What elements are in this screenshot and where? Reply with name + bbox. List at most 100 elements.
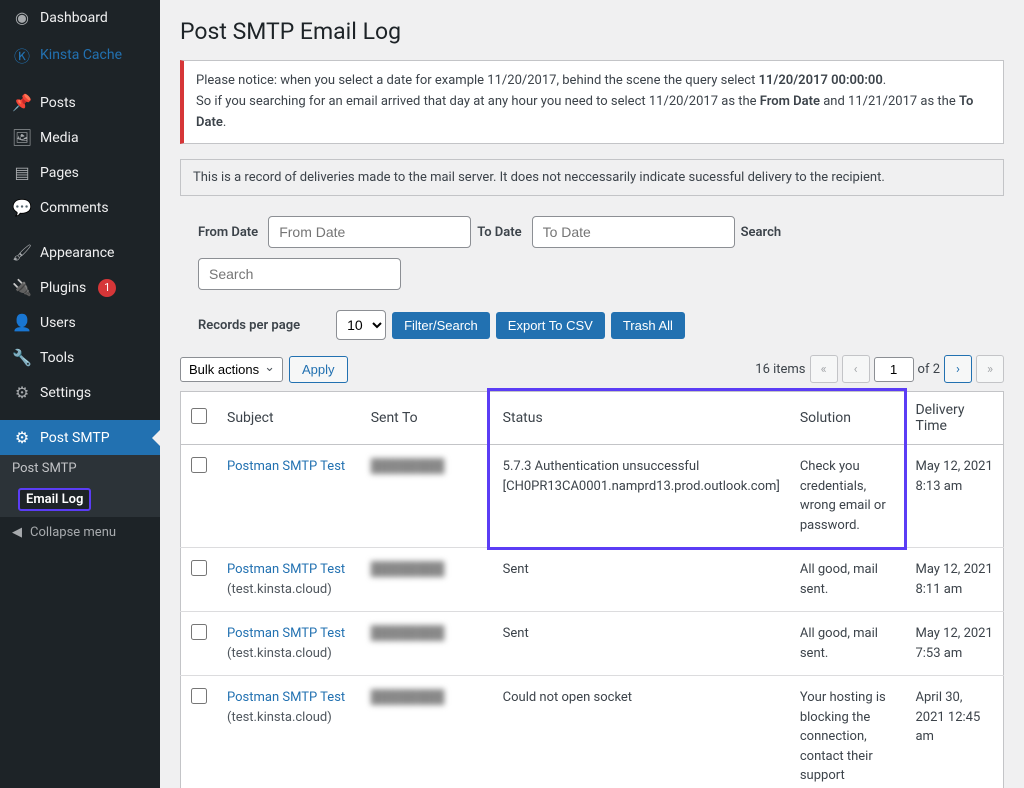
page-icon: ▤	[12, 163, 32, 182]
sidebar-item-media[interactable]: 🖼 Media	[0, 120, 160, 155]
submenu-item-email-log[interactable]: Email Log	[0, 482, 160, 517]
sidebar-item-users[interactable]: 👤Users	[0, 305, 160, 340]
tablenav-top: Bulk actions Apply 16 items « ‹ of 2 › »	[180, 355, 1004, 383]
items-count: 16 items	[755, 362, 805, 377]
table-row: Postman SMTP Test (test.kinsta.cloud) ████…	[181, 612, 1004, 676]
admin-sidebar: ◉Dashboard Ⓚ Kinsta Cache 📌 Posts 🖼 Media ▤…	[0, 0, 160, 788]
collapse-menu[interactable]: ◀ Collapse menu	[0, 517, 160, 548]
sidebar-item-plugins[interactable]: 🔌Plugins1	[0, 270, 160, 305]
sent-to-value: ████████	[371, 626, 445, 641]
to-date-input[interactable]	[532, 216, 735, 248]
table-row: Postman SMTP Test(test.kinsta.cloud)████…	[181, 548, 1004, 612]
subject-sub: (test.kinsta.cloud)	[227, 646, 332, 661]
comment-icon: 💬	[12, 198, 32, 217]
col-header-status[interactable]: Status	[493, 392, 790, 445]
time-value: April 30, 2021 12:45 am	[905, 676, 1003, 788]
select-all-checkbox[interactable]	[191, 408, 207, 424]
records-per-page-select[interactable]: 10	[336, 310, 386, 340]
time-value: May 12, 2021 8:11 am	[905, 548, 1003, 612]
solution-value: All good, mail sent.	[790, 612, 906, 676]
notice-box: Please notice: when you select a date fo…	[180, 60, 1004, 144]
row-checkbox[interactable]	[191, 457, 207, 473]
pagination: 16 items « ‹ of 2 › »	[755, 355, 1004, 383]
table-row: Postman SMTP Test(test.kinsta.cloud)████…	[181, 676, 1004, 788]
collapse-label: Collapse menu	[30, 525, 116, 540]
sidebar-item-label: Pages	[40, 165, 79, 181]
sidebar-item-label: Tools	[40, 350, 74, 366]
submenu: Post SMTP Email Log	[0, 455, 160, 517]
email-log-table: Subject Sent To Status Solution Delivery…	[180, 391, 1004, 788]
sidebar-item-appearance[interactable]: 🖌 Appearance	[0, 235, 160, 270]
kinsta-icon: Ⓚ	[12, 43, 32, 67]
solution-value: Check you credentials, wrong email or pa…	[790, 445, 906, 548]
sidebar-item-posts[interactable]: 📌 Posts	[0, 85, 160, 120]
sent-to-value: ████████	[371, 562, 445, 577]
subject-link[interactable]: Postman SMTP Test	[227, 459, 345, 474]
filter-row: From Date To Date Search Records per pag…	[180, 211, 1004, 355]
bulk-actions-select[interactable]: Bulk actions	[180, 357, 283, 382]
apply-button[interactable]: Apply	[289, 356, 348, 383]
search-input[interactable]	[198, 258, 401, 290]
sliders-icon: ⚙	[12, 383, 32, 402]
subject-link[interactable]: Postman SMTP Test	[227, 690, 345, 705]
notice-text: So if you searching for an email arrived…	[196, 94, 760, 109]
page-title: Post SMTP Email Log	[180, 18, 1004, 45]
main-content: Post SMTP Email Log Please notice: when …	[160, 0, 1024, 788]
sidebar-item-label: Dashboard	[40, 10, 108, 26]
media-icon: 🖼	[12, 128, 32, 147]
col-header-delivery[interactable]: Delivery Time	[905, 392, 1003, 445]
status-value: Sent	[493, 548, 790, 612]
export-csv-button[interactable]: Export To CSV	[496, 312, 605, 339]
table-row: Postman SMTP Test████████5.7.3 Authentic…	[181, 445, 1004, 548]
trash-all-button[interactable]: Trash All	[611, 312, 685, 339]
submenu-item-post-smtp[interactable]: Post SMTP	[0, 455, 160, 482]
collapse-icon: ◀	[12, 525, 22, 540]
next-page-button[interactable]: ›	[944, 355, 972, 383]
page-total: of 2	[918, 362, 940, 377]
brush-icon: 🖌	[12, 243, 32, 262]
col-header-solution[interactable]: Solution	[790, 392, 906, 445]
row-checkbox[interactable]	[191, 624, 207, 640]
sidebar-item-kinsta[interactable]: Ⓚ Kinsta Cache	[0, 35, 160, 75]
prev-page-button[interactable]: ‹	[842, 355, 870, 383]
sidebar-item-dashboard[interactable]: ◉Dashboard	[0, 0, 160, 35]
sidebar-item-pages[interactable]: ▤ Pages	[0, 155, 160, 190]
update-badge: 1	[98, 279, 116, 297]
sidebar-item-label: Kinsta Cache	[40, 47, 122, 63]
sidebar-item-tools[interactable]: 🔧 Tools	[0, 340, 160, 375]
from-date-input[interactable]	[268, 216, 471, 248]
col-header-subject[interactable]: Subject	[217, 392, 361, 445]
pin-icon: 📌	[12, 93, 32, 112]
subject-link[interactable]: Postman SMTP Test	[227, 562, 345, 577]
sidebar-item-comments[interactable]: 💬 Comments	[0, 190, 160, 225]
filter-search-button[interactable]: Filter/Search	[392, 312, 490, 339]
gear-icon: ⚙	[12, 428, 32, 447]
sidebar-item-label: Appearance	[40, 245, 114, 261]
first-page-button[interactable]: «	[810, 355, 838, 383]
plugin-icon: 🔌	[12, 278, 32, 297]
sidebar-item-label: Settings	[40, 385, 91, 401]
last-page-button[interactable]: »	[976, 355, 1004, 383]
sidebar-item-label: Posts	[40, 95, 76, 111]
sidebar-item-label: Comments	[40, 200, 109, 216]
sidebar-item-label: Post SMTP	[40, 430, 110, 446]
sidebar-item-post-smtp[interactable]: ⚙ Post SMTP	[0, 420, 160, 455]
from-date-label: From Date	[198, 225, 258, 240]
page-number-input[interactable]	[874, 357, 914, 382]
row-checkbox[interactable]	[191, 688, 207, 704]
bulk-actions: Bulk actions Apply	[180, 356, 348, 383]
notice-bold: From Date	[760, 94, 820, 109]
sidebar-item-label: Media	[40, 130, 79, 146]
subject-link[interactable]: Postman SMTP Test	[227, 626, 345, 641]
solution-value: All good, mail sent.	[790, 548, 906, 612]
wrench-icon: 🔧	[12, 348, 32, 367]
notice-text: and 11/21/2017 as the	[820, 94, 959, 109]
row-checkbox[interactable]	[191, 560, 207, 576]
info-bar: This is a record of deliveries made to t…	[180, 159, 1004, 196]
time-value: May 12, 2021 8:13 am	[905, 445, 1003, 548]
col-header-sentto[interactable]: Sent To	[361, 392, 493, 445]
subject-sub: (test.kinsta.cloud)	[227, 710, 332, 725]
solution-value: Your hosting is blocking the connection,…	[790, 676, 906, 788]
sidebar-item-settings[interactable]: ⚙ Settings	[0, 375, 160, 410]
notice-bold: 11/20/2017 00:00:00	[759, 73, 883, 88]
